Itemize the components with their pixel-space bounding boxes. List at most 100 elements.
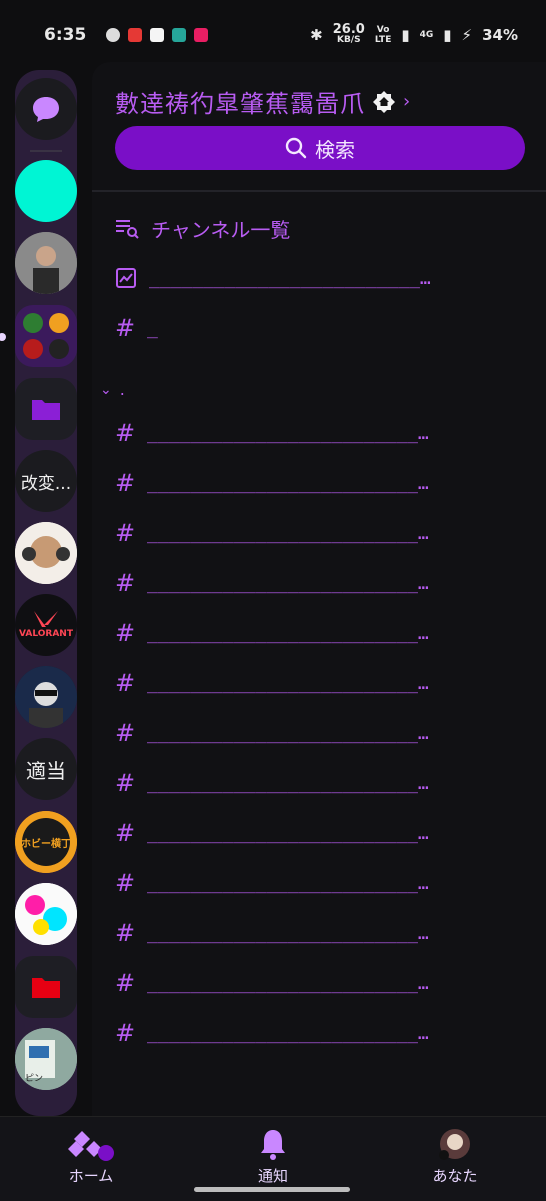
hash-icon: #	[115, 769, 136, 797]
hash-icon: #	[115, 569, 136, 597]
server-teal[interactable]	[15, 160, 77, 222]
signal-icon: ▮	[401, 26, 410, 44]
gesture-home-indicator[interactable]	[194, 1187, 350, 1192]
server-text[interactable]: 改変...	[15, 450, 77, 512]
tab-you[interactable]: あなた	[395, 1127, 515, 1186]
channel-name: _________________________…	[147, 472, 429, 494]
net-type: 4G	[419, 30, 434, 40]
signal-icon-2: ▮	[443, 26, 452, 44]
server-collage[interactable]	[15, 666, 77, 728]
net-speed: 26.0 KB/S	[332, 22, 365, 45]
app-pink-icon	[194, 28, 209, 42]
channel-row-short[interactable]: # _	[115, 313, 517, 343]
channel-row[interactable]: # _________________________…	[115, 768, 517, 798]
hash-icon: #	[115, 419, 136, 447]
hash-icon: #	[115, 819, 136, 847]
channel-name: _________________________…	[147, 622, 429, 644]
channel-row[interactable]: # _________________________…	[115, 718, 517, 748]
server-folder-group[interactable]	[15, 305, 77, 367]
channel-name: _________________________…	[147, 872, 429, 894]
channel-row[interactable]: # _________________________…	[115, 418, 517, 448]
server-rail: 改変... VALORANT 適当 ホビー横丁 ピン	[0, 70, 92, 1116]
app-icon	[150, 28, 165, 42]
category-name: .	[119, 380, 125, 399]
channel-row[interactable]: # _________________________…	[115, 668, 517, 698]
folder-icon	[32, 400, 60, 420]
tab-notifications[interactable]: 通知	[213, 1127, 333, 1186]
channel-row[interactable]: # _________________________…	[115, 818, 517, 848]
avatar-colorful-icon	[15, 883, 77, 945]
home-badge-icon	[373, 90, 395, 113]
hash-icon: #	[115, 969, 136, 997]
channel-name: _________________________…	[147, 922, 429, 944]
tab-home[interactable]: ホーム	[31, 1127, 151, 1186]
channels-list-row[interactable]: チャンネル一覧	[115, 213, 290, 243]
search-icon	[285, 137, 307, 159]
channel-row[interactable]: # _________________________…	[115, 918, 517, 948]
server-folder[interactable]	[15, 378, 77, 440]
hash-icon: #	[115, 919, 136, 947]
avatar	[439, 1129, 470, 1160]
server-sign[interactable]: ピン	[15, 1028, 77, 1090]
channel-name: _________________________…	[147, 772, 429, 794]
rail-divider	[30, 150, 62, 152]
chevron-down-icon: ⌄	[100, 381, 112, 398]
avatar-collage-icon	[15, 666, 77, 728]
battery-icon: ⚡	[461, 26, 473, 44]
list-search-icon	[116, 220, 139, 239]
channel-row[interactable]: # _________________________…	[115, 468, 517, 498]
channel-name: _________________________…	[147, 1022, 429, 1044]
server-colorful[interactable]	[15, 883, 77, 945]
pinned-channel-name: _________________________…	[149, 267, 431, 289]
download-icon	[172, 28, 187, 42]
hash-icon: #	[115, 1019, 136, 1047]
battery-percent: 34%	[482, 26, 518, 44]
pinned-channel-row[interactable]: _________________________…	[115, 263, 519, 293]
channel-row[interactable]: # _________________________…	[115, 568, 517, 598]
channel-name: _________________________…	[147, 722, 429, 744]
home-servers-icon	[68, 1131, 114, 1161]
channel-name: _________________________…	[147, 572, 429, 594]
media-channel-icon	[116, 268, 136, 288]
server-valorant[interactable]: VALORANT	[15, 594, 77, 656]
hash-icon: #	[115, 869, 136, 897]
server-text-2[interactable]: 適当	[15, 738, 77, 800]
server-man[interactable]	[15, 232, 77, 294]
channel-name: _________________________…	[147, 972, 429, 994]
channel-row[interactable]: # _________________________…	[115, 1018, 517, 1048]
header-divider	[92, 190, 546, 192]
server-folder-red[interactable]	[15, 956, 77, 1018]
hash-icon: #	[115, 314, 136, 342]
tab-notifications-label: 通知	[257, 1167, 288, 1185]
avatar-man-icon	[15, 232, 77, 294]
folder-red-icon	[32, 978, 60, 998]
chat-icon	[33, 97, 59, 122]
unread-dot	[0, 333, 6, 341]
channels-list-label: チャンネル一覧	[151, 217, 291, 242]
channel-name: _________________________…	[147, 822, 429, 844]
search-button[interactable]: 検索	[115, 126, 525, 170]
guild-name: 數逹祷彴皐肇蕉靄啚爪	[115, 90, 365, 118]
tab-home-label: ホーム	[68, 1167, 114, 1185]
channel-row[interactable]: # _________________________…	[115, 518, 517, 548]
category-header[interactable]: ⌄ .	[100, 380, 125, 399]
hash-icon: #	[115, 669, 136, 697]
server-anime[interactable]	[15, 522, 77, 584]
hash-icon: #	[115, 719, 136, 747]
guild-header[interactable]: 數逹祷彴皐肇蕉靄啚爪 ›	[115, 84, 410, 119]
chat-bubble-icon	[106, 28, 121, 42]
channel-panel: 數逹祷彴皐肇蕉靄啚爪 › 検索 チャンネル一覧 ________________…	[92, 62, 546, 1116]
opera-icon	[128, 28, 143, 42]
channel-row[interactable]: # _________________________…	[115, 968, 517, 998]
bluetooth-icon: ✱	[310, 26, 323, 44]
channel-row[interactable]: # _________________________…	[115, 618, 517, 648]
channel-row[interactable]: # _________________________…	[115, 868, 517, 898]
channel-name: _	[147, 317, 158, 339]
channel-name: _________________________…	[147, 422, 429, 444]
folder-servers-icon	[23, 313, 69, 359]
volte-indicator: Vo LTE	[374, 25, 392, 45]
server-hobby[interactable]: ホビー横丁	[15, 811, 77, 873]
direct-messages-button[interactable]	[15, 78, 77, 140]
hash-icon: #	[115, 619, 136, 647]
avatar-anime-icon	[15, 522, 77, 584]
